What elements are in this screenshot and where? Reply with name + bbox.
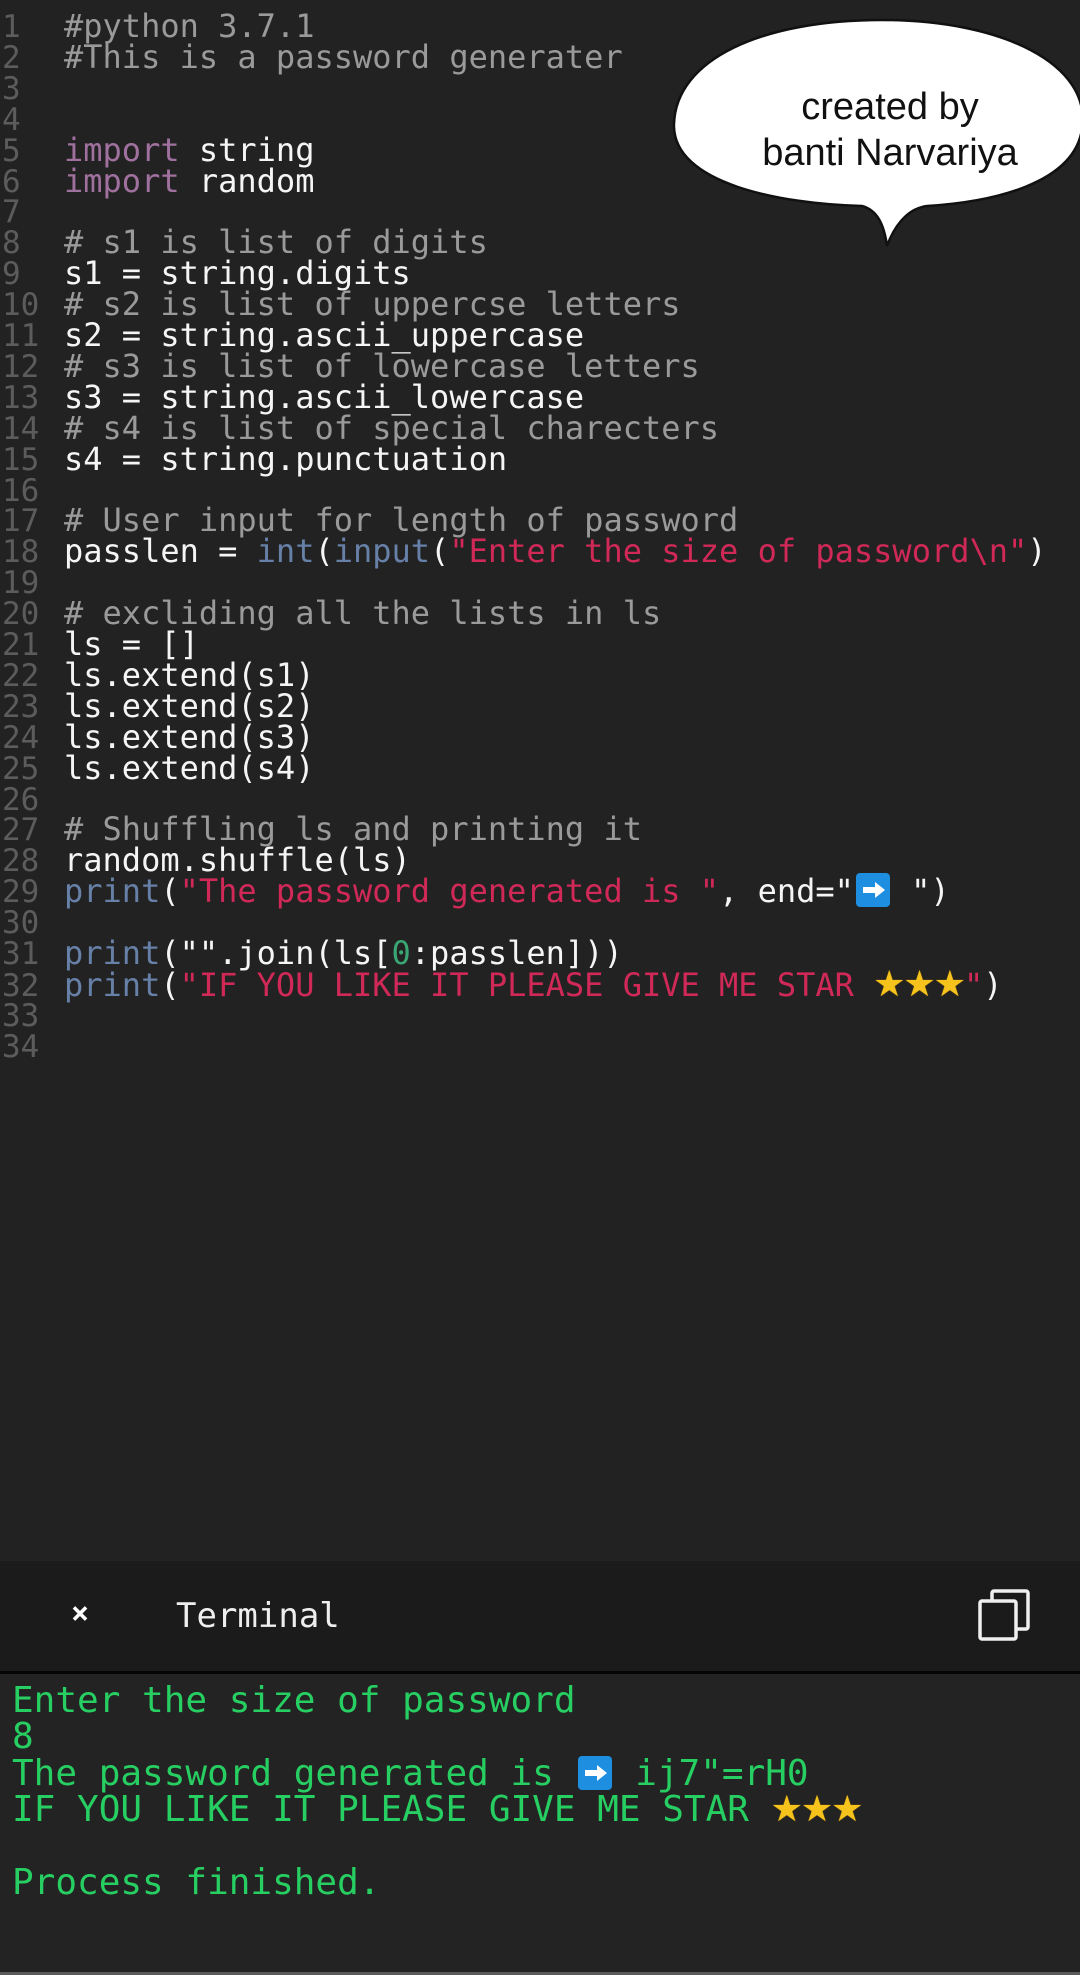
star-icons: ★★★ — [770, 1789, 864, 1831]
bubble-line-1: created by — [801, 86, 979, 128]
terminal-text: Enter the size of password — [12, 1680, 576, 1721]
close-terminal-button[interactable]: × — [60, 1589, 100, 1639]
arrow-right-icon — [855, 873, 890, 908]
code-line[interactable]: 34 — [0, 1027, 1080, 1066]
terminal-header: × Terminal — [0, 1561, 1080, 1671]
close-icon: × — [70, 1596, 90, 1631]
terminal-text: Process finished. — [12, 1862, 381, 1903]
copy-icon — [978, 1589, 1030, 1641]
arrow-right-icon — [577, 1755, 612, 1790]
speech-bubble: created by banti Narvariya — [672, 14, 1080, 304]
terminal-output[interactable]: Enter the size of password 8 The password … — [0, 1674, 1080, 1972]
bubble-line-2: banti Narvariya — [762, 132, 1018, 174]
terminal-text: IF YOU LIKE IT PLEASE GIVE ME STAR — [12, 1789, 771, 1831]
line-number: 34 — [2, 1028, 40, 1065]
copy-output-button[interactable] — [976, 1587, 1032, 1643]
terminal-title: Terminal — [176, 1596, 340, 1636]
terminal-line: IF YOU LIKE IT PLEASE GIVE ME STAR ★★★ — [12, 1787, 864, 1833]
terminal-line: Enter the size of password — [12, 1678, 576, 1724]
terminal-line: Process finished. — [12, 1860, 380, 1906]
